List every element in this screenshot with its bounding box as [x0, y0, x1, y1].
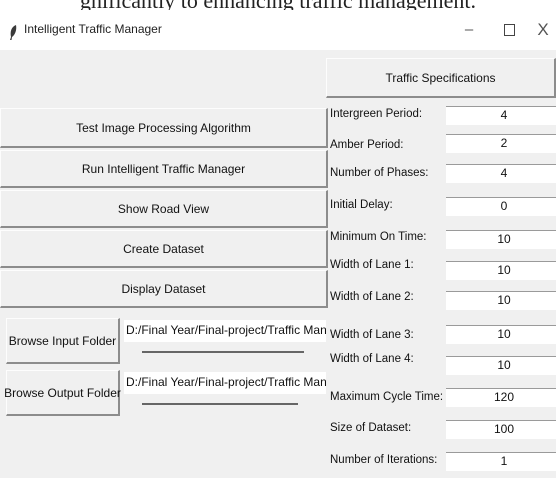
minimize-icon: – — [464, 21, 474, 38]
spec-value-width-of-lane-4[interactable]: 10 — [446, 356, 556, 375]
test-algorithm-label: Test Image Processing Algorithm — [76, 120, 251, 135]
maximize-button[interactable] — [492, 16, 526, 44]
minimize-button[interactable]: – — [452, 16, 486, 44]
spec-label-size-of-dataset: Size of Dataset: — [330, 422, 412, 434]
browse-output-folder-button[interactable]: Browse Output Folder — [4, 370, 121, 416]
spec-value-width-of-lane-2[interactable]: 10 — [446, 291, 556, 310]
title-bar[interactable]: Intelligent Traffic Manager – X — [0, 10, 556, 50]
spec-label-maximum-cycle-time: Maximum Cycle Time: — [330, 391, 444, 403]
spec-value-number-of-iterations[interactable]: 1 — [446, 452, 556, 471]
spec-label-number-of-phases: Number of Phases: — [330, 167, 429, 179]
spec-value-minimum-on-time[interactable]: 10 — [446, 230, 556, 249]
close-icon: X — [537, 20, 549, 39]
spec-label-initial-delay: Initial Delay: — [330, 199, 393, 211]
spec-value-intergreen-period[interactable]: 4 — [446, 106, 556, 125]
spec-label-width-of-lane-3: Width of Lane 3: — [330, 329, 414, 341]
spec-value-amber-period[interactable]: 2 — [446, 134, 556, 153]
spec-label-width-of-lane-4: Width of Lane 4: — [330, 353, 414, 365]
create-dataset-label: Create Dataset — [123, 241, 204, 256]
display-dataset-label: Display Dataset — [121, 281, 206, 296]
traffic-specifications-button[interactable]: Traffic Specifications — [326, 58, 556, 98]
app-window: Intelligent Traffic Manager – X Test Ima… — [0, 10, 556, 478]
spec-value-width-of-lane-1[interactable]: 10 — [446, 261, 556, 280]
spec-value-width-of-lane-3[interactable]: 10 — [446, 325, 556, 344]
input-folder-path-field[interactable]: D:/Final Year/Final-project/Traffic Mana… — [124, 320, 326, 342]
spec-value-initial-delay[interactable]: 0 — [446, 197, 556, 216]
run-manager-label: Run Intelligent Traffic Manager — [81, 161, 246, 176]
spec-label-minimum-on-time: Minimum On Time: — [330, 231, 427, 243]
show-road-view-button[interactable]: Show Road View — [0, 190, 328, 228]
window-title: Intelligent Traffic Manager — [24, 22, 162, 36]
test-algorithm-button[interactable]: Test Image Processing Algorithm — [0, 108, 328, 148]
spec-label-number-of-iterations: Number of Iterations: — [330, 454, 438, 466]
spec-value-number-of-phases[interactable]: 4 — [446, 164, 556, 183]
traffic-specifications-label: Traffic Specifications — [385, 70, 496, 85]
feather-icon — [8, 24, 18, 40]
close-button[interactable]: X — [526, 16, 556, 44]
output-folder-path-field[interactable]: D:/Final Year/Final-project/Traffic Mana… — [124, 372, 326, 394]
spec-label-amber-period: Amber Period: — [330, 139, 404, 151]
spec-label-width-of-lane-2: Width of Lane 2: — [330, 291, 414, 303]
spec-value-maximum-cycle-time[interactable]: 120 — [446, 388, 556, 407]
spec-value-size-of-dataset[interactable]: 100 — [446, 420, 556, 439]
browse-input-folder-button[interactable]: Browse Input Folder — [6, 318, 120, 364]
maximize-icon — [503, 24, 515, 37]
create-dataset-button[interactable]: Create Dataset — [0, 230, 328, 268]
spec-label-width-of-lane-1: Width of Lane 1: — [330, 259, 414, 271]
display-dataset-button[interactable]: Display Dataset — [0, 270, 328, 308]
browse-input-folder-label: Browse Input Folder — [8, 333, 117, 348]
run-manager-button[interactable]: Run Intelligent Traffic Manager — [0, 150, 328, 188]
input-folder-progress-line — [142, 351, 304, 353]
spec-label-intergreen-period: Intergreen Period: — [330, 108, 423, 120]
browse-output-folder-label: Browse Output Folder — [4, 385, 121, 400]
output-folder-progress-line — [142, 403, 298, 405]
show-road-view-label: Show Road View — [117, 201, 210, 216]
